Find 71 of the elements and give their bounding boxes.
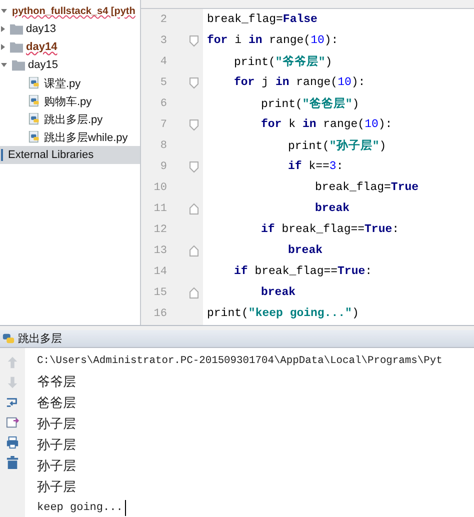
code-line: break	[260, 286, 296, 299]
code-line: for i in range(10):	[206, 34, 338, 47]
folder-icon	[10, 23, 23, 35]
code-line: if break_flag==True:	[233, 265, 372, 278]
code-line: break	[314, 202, 350, 215]
fold-marker-icon[interactable]	[189, 34, 199, 46]
folder-label[interactable]: day14	[26, 41, 58, 53]
file-label[interactable]: 课堂.py	[44, 76, 81, 90]
code-line: break_flag=False	[206, 13, 318, 26]
python-icon	[2, 332, 15, 345]
code-line: print("keep going...")	[206, 307, 359, 320]
python-file-icon	[28, 95, 41, 107]
line-number: 12	[152, 224, 167, 236]
expand-arrow-icon[interactable]	[1, 9, 7, 13]
python-file-icon	[28, 113, 41, 125]
folder-icon	[10, 41, 23, 53]
line-number: 15	[152, 286, 167, 298]
python-file-icon	[28, 77, 41, 89]
run-panel-title: 跳出多层	[18, 331, 62, 346]
expand-arrow-icon[interactable]	[1, 44, 5, 50]
folder-label[interactable]: day15	[28, 59, 58, 71]
fold-marker-icon[interactable]	[189, 76, 199, 88]
export-icon[interactable]	[6, 416, 19, 429]
console-output-line: 孙子层	[37, 416, 76, 432]
code-line: print("爸爸层")	[260, 96, 360, 111]
external-libraries-item[interactable]: External Libraries	[0, 146, 140, 164]
code-line: break_flag=True	[314, 181, 419, 194]
line-number: 6	[159, 98, 167, 110]
folder-label[interactable]: day13	[26, 23, 56, 35]
file-label[interactable]: 跳出多层.py	[44, 112, 103, 126]
line-number: 7	[159, 118, 167, 130]
code-line: for j in range(10):	[233, 76, 366, 89]
fold-marker-icon[interactable]	[189, 160, 199, 172]
file-label[interactable]: 购物车.py	[44, 94, 92, 108]
fold-end-icon[interactable]	[189, 286, 199, 298]
line-number: 5	[159, 76, 167, 88]
line-number: 10	[152, 182, 167, 194]
code-line: break	[287, 244, 323, 257]
code-line: for k in range(10):	[260, 118, 392, 131]
line-number: 14	[152, 266, 167, 278]
fold-marker-icon[interactable]	[189, 118, 199, 130]
code-line: print("爷爷层")	[233, 54, 332, 69]
console-output-line: keep going...	[37, 502, 123, 514]
console-output-line: 爷爷层	[37, 374, 76, 390]
soft-wrap-icon[interactable]	[6, 396, 19, 409]
console-output-line: 孙子层	[37, 478, 76, 496]
print-icon[interactable]	[6, 436, 19, 449]
console-output-line: 爸爸层	[37, 394, 76, 412]
file-label[interactable]: 跳出多层while.py	[44, 130, 128, 144]
line-number: 2	[159, 14, 167, 26]
line-number: 13	[152, 244, 167, 256]
expand-arrow-icon[interactable]	[1, 63, 7, 67]
python-file-icon	[28, 131, 41, 143]
folder-icon	[12, 59, 25, 71]
line-number: 8	[159, 140, 167, 152]
console-output-line: C:\Users\Administrator.PC-201509301704\AppData\Local\Programs\Pyt	[37, 354, 442, 366]
line-number: 9	[159, 160, 167, 172]
code-line: if k==3:	[287, 160, 344, 173]
fold-end-icon[interactable]	[189, 202, 199, 214]
code-line: if break_flag==True:	[260, 223, 400, 236]
console-output-line: 孙子层	[37, 458, 76, 474]
line-number: 3	[159, 34, 167, 46]
console-output-line: 孙子层	[37, 436, 76, 454]
project-root-label[interactable]: python_fullstack_s4 [pyth	[12, 6, 136, 16]
fold-end-icon[interactable]	[189, 244, 199, 256]
trash-icon[interactable]	[6, 456, 19, 469]
expand-arrow-icon[interactable]	[1, 26, 5, 32]
line-number: 11	[152, 202, 167, 214]
line-number: 16	[152, 308, 167, 320]
code-line: print("孙子层")	[287, 138, 386, 153]
line-number: 4	[159, 56, 167, 68]
